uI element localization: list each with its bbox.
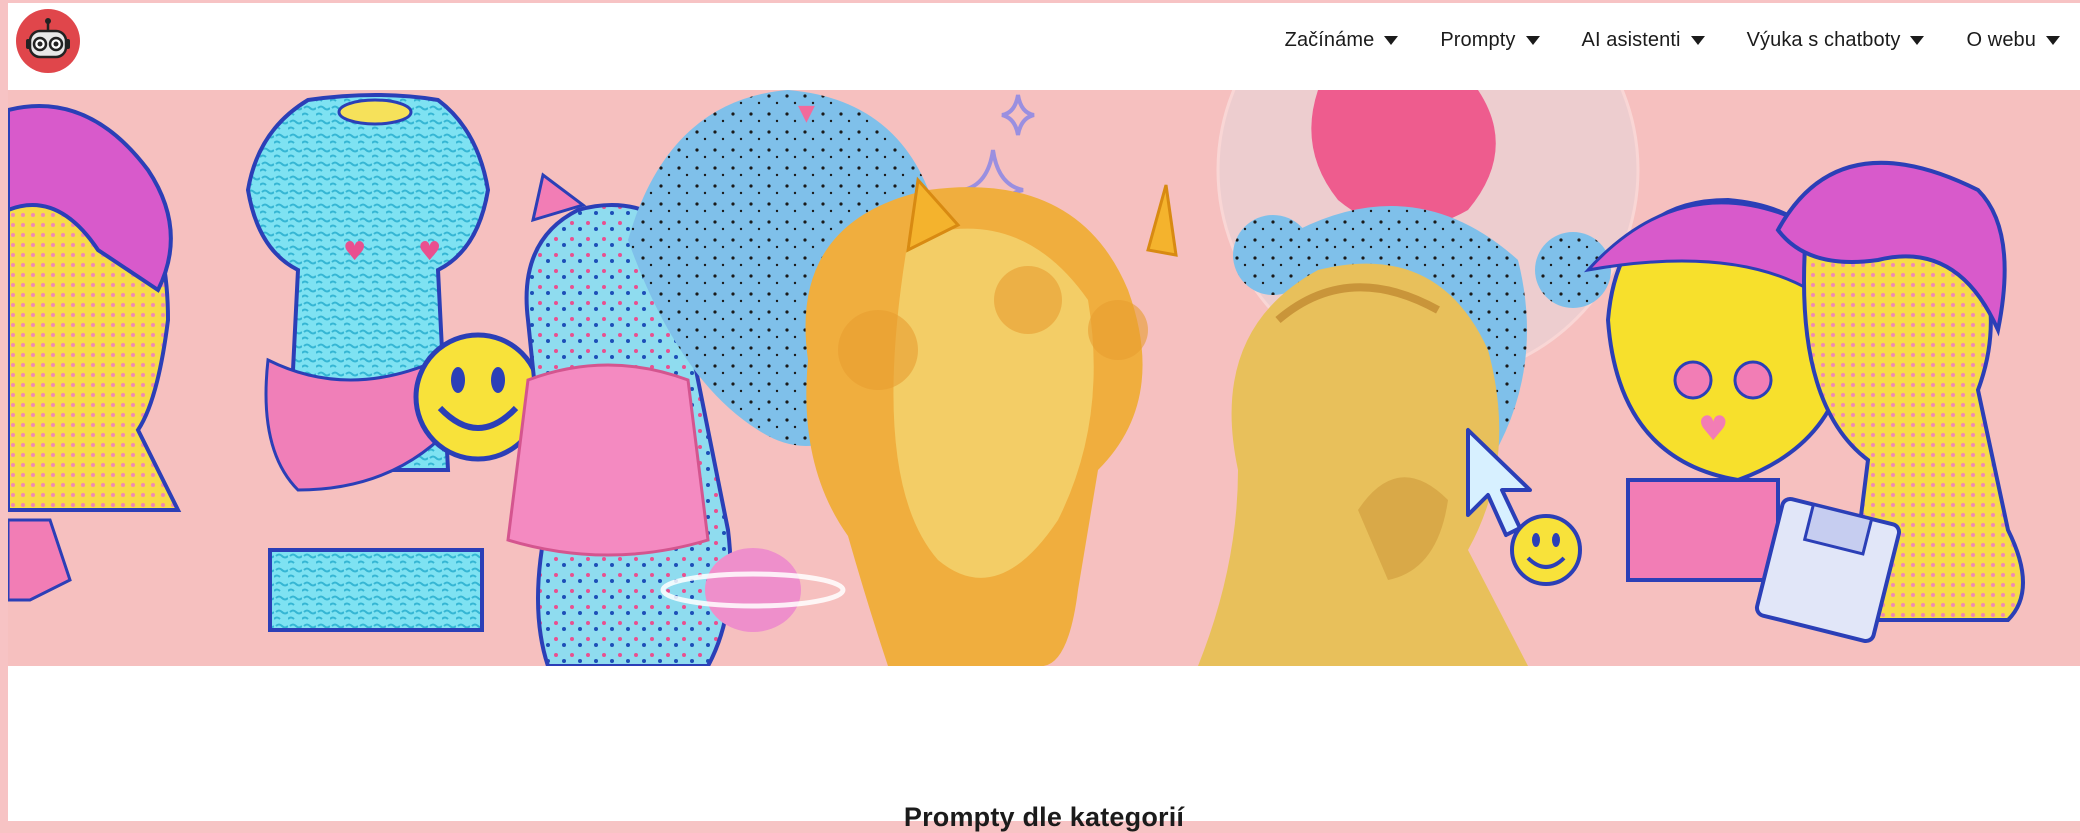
nav-label: Začínáme	[1284, 29, 1375, 51]
robot-logo-icon[interactable]	[16, 9, 80, 73]
caret-down-icon	[1690, 36, 1705, 45]
section-heading: Prompty dle kategorií	[903, 802, 1185, 833]
nav-label: O webu	[1966, 29, 2036, 51]
caret-down-icon	[1910, 36, 1925, 45]
svg-text:♥: ♥	[1698, 409, 1728, 449]
robot-face-icon	[26, 18, 70, 59]
nav-item-ai-asistenti[interactable]: AI asistenti	[1582, 29, 1705, 52]
site-header: Začínáme Prompty AI asistenti Výuka s ch…	[8, 3, 2080, 90]
page: Začínáme Prompty AI asistenti Výuka s ch…	[8, 0, 2080, 832]
svg-text:▼: ▼	[798, 101, 815, 126]
svg-text:♥: ♥	[343, 237, 366, 267]
nav-item-zaciname[interactable]: Začínáme	[1285, 29, 1399, 52]
floppy-disk-icon	[1754, 496, 1902, 644]
golden-curly-head-sculpture	[805, 176, 1178, 666]
nav-item-vyuka-s-chatboty[interactable]: Výuka s chatboty	[1747, 29, 1925, 52]
hero-banner: ♥ ♥ ▼ ♥	[8, 90, 2080, 666]
hero-illustration: ♥ ♥ ▼ ♥	[8, 90, 2025, 666]
nav-label: Výuka s chatboty	[1746, 29, 1901, 51]
left-bust-illustration	[8, 104, 182, 602]
nav-label: Prompty	[1440, 29, 1516, 51]
svg-text:♥: ♥	[418, 237, 441, 267]
main-navigation: Začínáme Prompty AI asistenti Výuka s ch…	[1285, 29, 2060, 52]
nav-label: AI asistenti	[1581, 29, 1681, 51]
nav-item-prompty[interactable]: Prompty	[1440, 29, 1540, 52]
caret-down-icon	[1384, 36, 1399, 45]
caret-down-icon	[1525, 36, 1540, 45]
small-smiley-icon	[1510, 514, 1582, 586]
nav-item-o-webu[interactable]: O webu	[1966, 29, 2060, 52]
caret-down-icon	[2046, 36, 2060, 45]
